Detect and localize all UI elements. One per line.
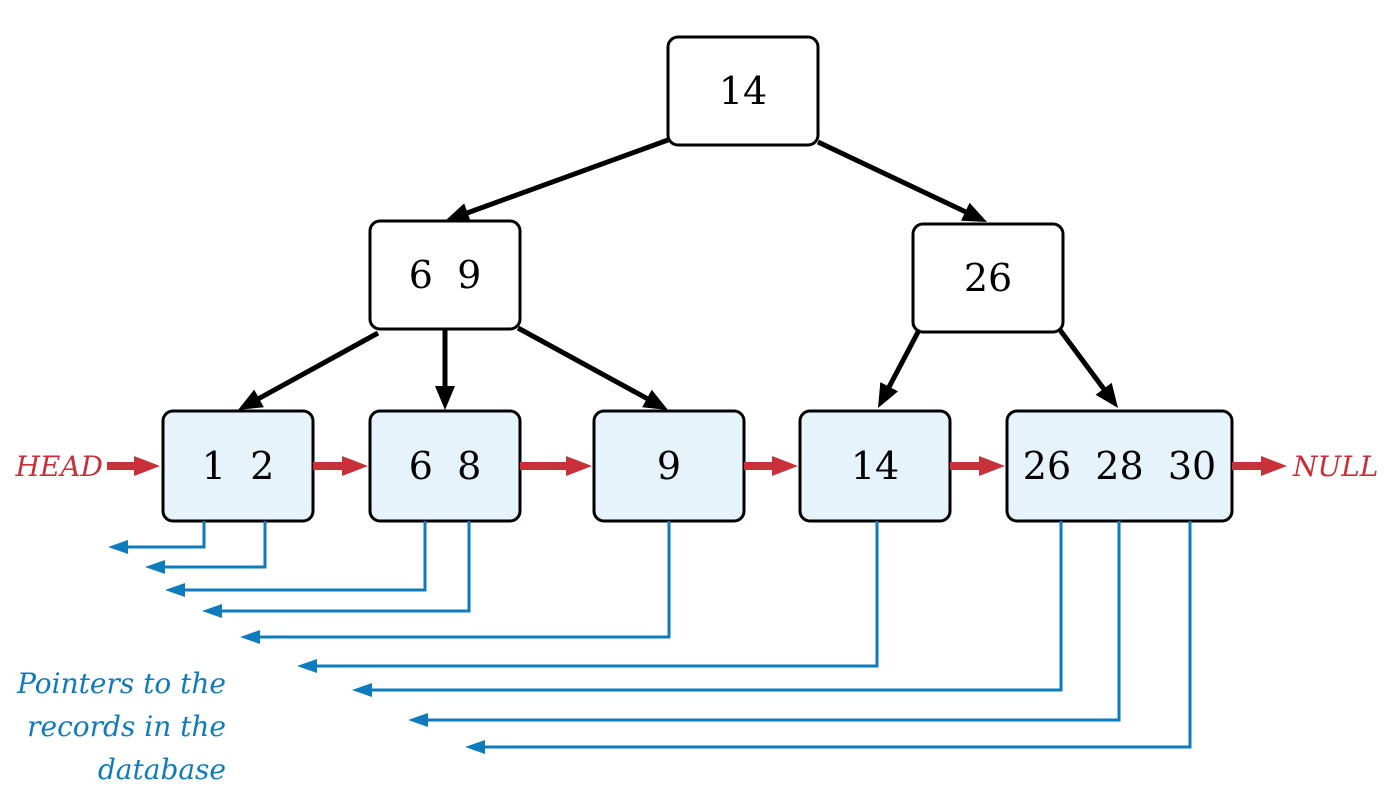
leaf-node-keys: 6 8	[409, 444, 482, 488]
tree-edge-arrow	[1057, 328, 1112, 399]
leaf-node-keys: 14	[851, 444, 899, 488]
leaf-node-keys: 9	[657, 444, 681, 488]
tree-edge-arrow	[816, 139, 976, 219]
arrowhead-icon	[342, 456, 368, 476]
arrowhead-icon	[435, 386, 455, 410]
record-pointer-arrow	[183, 521, 427, 592]
null-label: NULL	[1292, 450, 1378, 483]
record-pointer-arrow	[163, 521, 267, 569]
arrowhead-icon	[408, 713, 428, 727]
internal-node-keys: 6 9	[409, 253, 482, 297]
arrowhead-icon	[108, 540, 128, 554]
head-label: HEAD	[14, 450, 103, 483]
internal-node-keys: 26	[964, 256, 1012, 300]
arrowhead-icon	[134, 456, 160, 476]
record-pointer-arrow	[315, 521, 879, 668]
leaf-node: 9	[592, 409, 746, 523]
bplus-tree-diagram: 14 6 9 26 1 2 6 8 9 14 26 28 30 HEAD NULL Point…	[14, 35, 1378, 786]
leaf-node: 14	[798, 409, 952, 523]
record-pointer-arrow	[258, 521, 671, 639]
tree-edge-arrow	[249, 330, 380, 406]
record-pointer-arrow	[126, 521, 206, 549]
tree-edge-arrow	[516, 325, 657, 406]
arrowhead-icon	[352, 683, 372, 697]
caption-line-3: database	[98, 753, 226, 786]
tree-edge-arrow	[457, 137, 669, 219]
caption-line-2: records in the	[27, 710, 226, 743]
arrowhead-icon	[297, 659, 317, 673]
arrowhead-icon	[202, 604, 222, 618]
root-node-keys: 14	[719, 69, 767, 113]
arrowhead-icon	[445, 203, 471, 223]
leaf-node: 6 8	[368, 409, 522, 523]
leaf-node: 1 2	[161, 409, 315, 523]
internal-node: 6 9	[368, 219, 522, 331]
root-node: 14	[666, 35, 820, 147]
arrowhead-icon	[772, 456, 798, 476]
leaf-node-keys: 1 2	[202, 444, 275, 488]
arrowhead-icon	[145, 560, 165, 574]
arrowhead-icon	[165, 583, 185, 597]
arrowhead-icon	[465, 740, 485, 754]
leaf-node: 26 28 30	[1005, 409, 1234, 523]
record-pointer-arrow	[483, 521, 1192, 749]
arrowhead-icon	[979, 456, 1005, 476]
arrowhead-icon	[566, 456, 592, 476]
arrowhead-icon	[1261, 456, 1287, 476]
tree-edge-arrow	[882, 330, 921, 397]
caption-line-1: Pointers to the	[16, 667, 226, 700]
internal-node: 26	[911, 222, 1065, 334]
leaf-node-keys: 26 28 30	[1023, 444, 1216, 488]
arrowhead-icon	[240, 630, 260, 644]
